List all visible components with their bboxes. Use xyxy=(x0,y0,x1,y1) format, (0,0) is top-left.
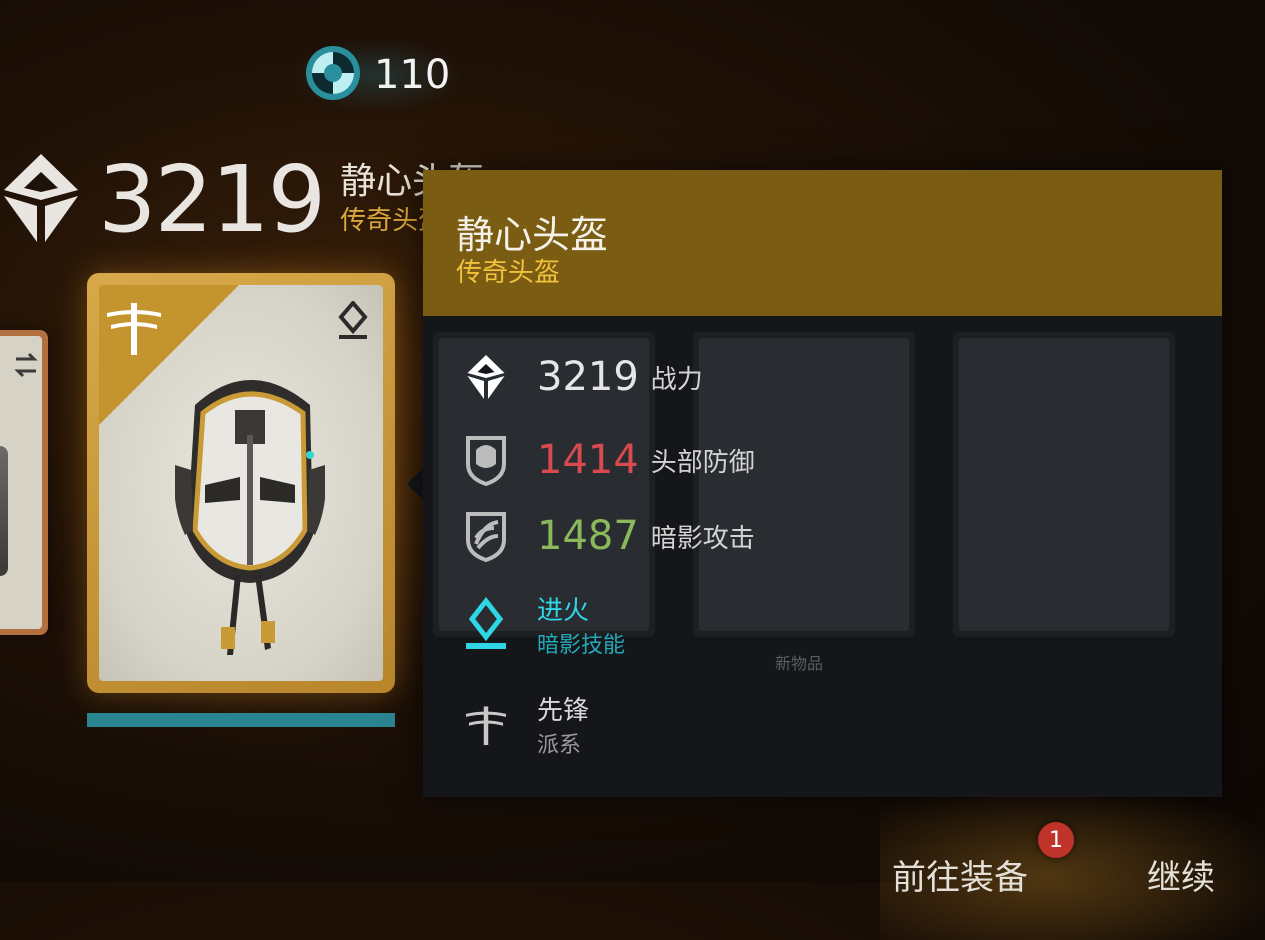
notification-badge: 1 xyxy=(1038,822,1074,858)
background-card-3 xyxy=(953,332,1175,637)
helmet-shield-icon xyxy=(461,435,511,486)
power-diamond-icon xyxy=(0,150,82,250)
stat-power-value: 3219 xyxy=(537,354,639,400)
stat-defense-label: 头部防御 xyxy=(650,447,755,478)
card-progress-bar xyxy=(87,713,395,727)
shadow-claw-shield-icon xyxy=(461,511,511,562)
stat-attack-value: 1487 xyxy=(537,513,639,559)
vanguard-dragonfly-icon xyxy=(461,700,511,750)
inventory-card-selected[interactable] xyxy=(87,273,395,693)
item-tooltip: 静心头盔 传奇头盔 新物品 3219 战力 1414 头部防御 1487 暗影攻… xyxy=(423,170,1222,797)
faction-name: 先锋 xyxy=(537,696,590,726)
shadow-skill: 进火 暗影技能 xyxy=(461,590,625,659)
item-header: 3219 静心头盔 传奇头盔 xyxy=(0,150,484,250)
faction-info: 先锋 派系 xyxy=(461,690,589,759)
skill-type: 暗影技能 xyxy=(537,633,626,658)
shadow-orb-icon xyxy=(304,44,362,106)
stat-power-label: 战力 xyxy=(650,364,703,395)
skill-pin-icon xyxy=(337,299,369,345)
stat-power: 3219 战力 xyxy=(461,352,703,402)
tooltip-pointer xyxy=(407,467,424,501)
currency-display: 110 xyxy=(290,38,465,112)
power-diamond-icon xyxy=(461,352,511,402)
item-power: 3219 xyxy=(98,146,326,253)
stat-defense-value: 1414 xyxy=(537,437,639,483)
inventory-card-previous[interactable] xyxy=(0,330,48,635)
armor-fragment-image xyxy=(0,446,8,576)
go-equip-button[interactable]: 前往装备 xyxy=(892,850,1028,899)
stat-attack: 1487 暗影攻击 xyxy=(461,511,755,562)
tooltip-header: 静心头盔 传奇头盔 xyxy=(423,170,1222,316)
new-item-label: 新物品 xyxy=(775,654,824,673)
stat-attack-label: 暗影攻击 xyxy=(650,523,755,554)
helmet-image xyxy=(174,365,326,655)
continue-button[interactable]: 继续 xyxy=(1147,850,1215,899)
skill-name: 进火 xyxy=(537,596,590,626)
faction-type: 派系 xyxy=(537,733,582,758)
tooltip-title: 静心头盔 xyxy=(456,213,609,257)
shadow-skill-pin-icon xyxy=(461,596,511,650)
currency-value: 110 xyxy=(374,52,451,98)
swap-icon xyxy=(12,350,40,384)
stat-defense: 1414 头部防御 xyxy=(461,435,755,486)
vanguard-dragonfly-icon xyxy=(103,297,165,363)
tooltip-subtitle: 传奇头盔 xyxy=(456,258,561,288)
